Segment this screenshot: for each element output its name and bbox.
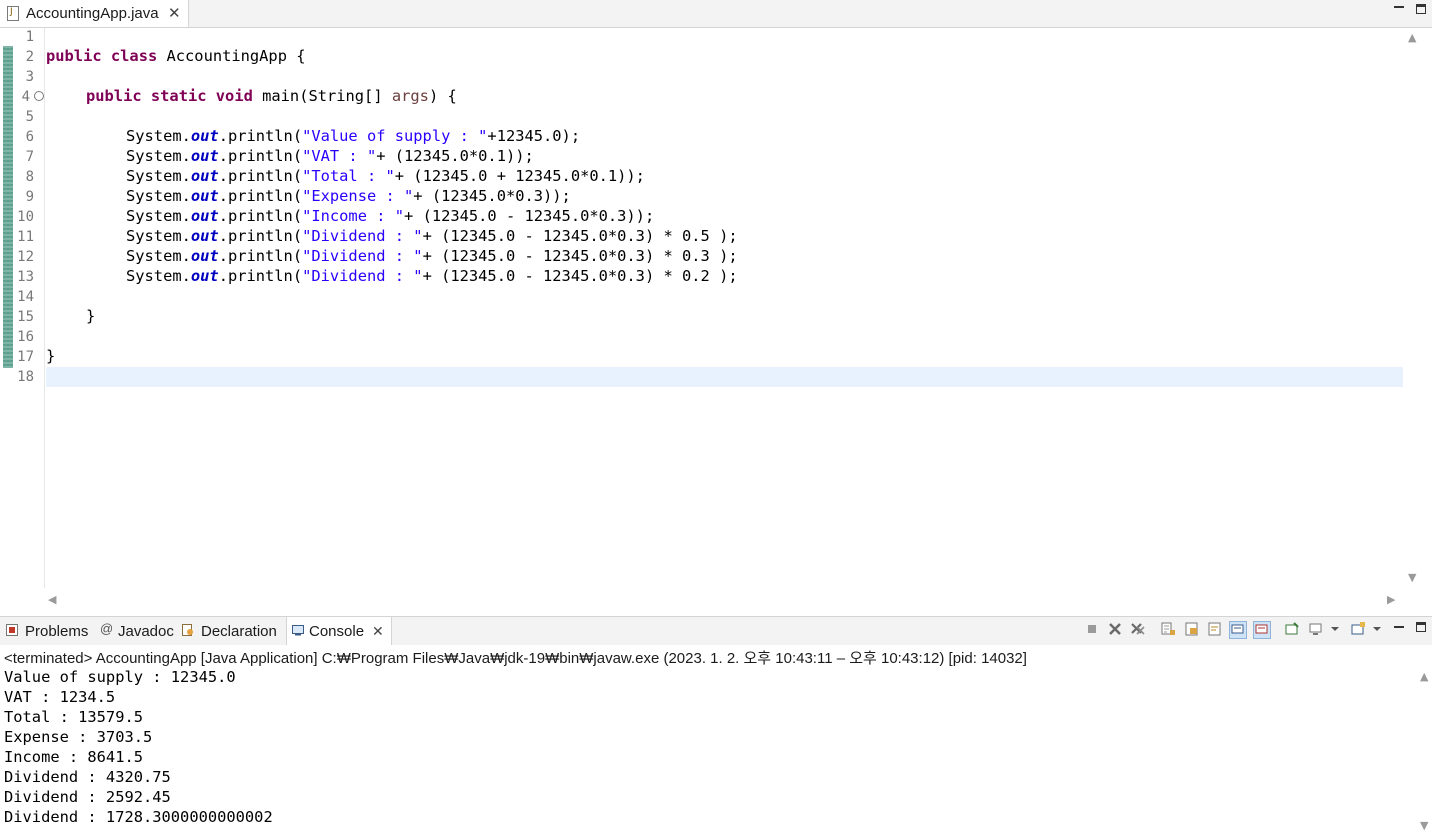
console-line: VAT : 1234.5	[4, 688, 116, 706]
code-editor[interactable]	[0, 28, 1432, 610]
tab-console[interactable]: Console ✕	[286, 617, 392, 645]
code-line-13: System.out.println("Dividend : "+ (12345…	[126, 267, 738, 285]
remove-launch-icon[interactable]	[1107, 621, 1123, 637]
line-number: 1	[25, 29, 34, 45]
chevron-down-icon[interactable]	[1330, 621, 1340, 637]
code-line-7: System.out.println("VAT : "+ (12345.0*0.…	[126, 147, 534, 165]
console-icon	[292, 625, 304, 636]
line-number: 5	[25, 109, 34, 125]
code-line-17: }	[46, 347, 56, 365]
line-number: 10	[17, 209, 34, 225]
console-line: Dividend : 4320.75	[4, 768, 171, 786]
code-line-10: System.out.println("Income : "+ (12345.0…	[126, 207, 655, 225]
scroll-down-icon[interactable]: ▼	[1420, 819, 1428, 832]
display-console-icon[interactable]	[1308, 621, 1324, 637]
editor-tab-label: AccountingApp.java	[26, 5, 159, 22]
tab-declaration[interactable]: Declaration	[182, 617, 282, 645]
code-line-8: System.out.println("Total : "+ (12345.0 …	[126, 167, 645, 185]
console-process-label: <terminated> AccountingApp [Java Applica…	[4, 650, 1027, 667]
line-number: 3	[25, 69, 34, 85]
scroll-up-icon[interactable]: ▲	[1420, 670, 1428, 683]
line-number: 15	[17, 309, 34, 325]
line-number: 8	[25, 169, 34, 185]
line-number: 16	[17, 329, 34, 345]
line-number: 18	[17, 369, 34, 385]
code-line-4: public static void main(String[] args) {	[86, 87, 457, 105]
line-number: 13	[17, 269, 34, 285]
maximize-icon[interactable]	[1416, 622, 1426, 632]
line-number: 14	[17, 289, 34, 305]
scroll-left-icon[interactable]: ◀	[48, 593, 56, 606]
console-line: Expense : 3703.5	[4, 728, 153, 746]
show-console-on-stdout-icon[interactable]	[1229, 621, 1247, 639]
tab-javadoc[interactable]: @ Javadoc	[100, 617, 180, 645]
scroll-down-icon[interactable]: ▼	[1408, 571, 1416, 584]
pin-console-icon[interactable]	[1284, 621, 1300, 637]
terminate-icon[interactable]	[1084, 621, 1100, 637]
code-line-2: public class AccountingApp {	[46, 47, 306, 65]
editor-tab-bar: AccountingApp.java ✕	[0, 0, 1432, 28]
console-vertical-scrollbar[interactable]: ▲ ▼	[1418, 667, 1432, 837]
code-line-11: System.out.println("Dividend : "+ (12345…	[126, 227, 738, 245]
line-number: 7	[25, 149, 34, 165]
console-line: Dividend : 2592.45	[4, 788, 171, 806]
minimize-icon[interactable]	[1394, 626, 1404, 628]
line-number: 4	[21, 89, 30, 105]
console-output[interactable]: Value of supply : 12345.0 VAT : 1234.5 T…	[0, 667, 1418, 837]
scroll-right-icon[interactable]: ▶	[1387, 593, 1395, 606]
word-wrap-icon[interactable]	[1207, 621, 1223, 637]
java-file-icon	[7, 6, 19, 21]
console-line: Total : 13579.5	[4, 708, 143, 726]
fold-collapse-icon[interactable]	[34, 91, 44, 101]
code-line-9: System.out.println("Expense : "+ (12345.…	[126, 187, 571, 205]
console-status-line: <terminated> AccountingApp [Java Applica…	[0, 645, 1432, 667]
line-number: 6	[25, 129, 34, 145]
remove-all-terminated-icon[interactable]	[1130, 621, 1146, 637]
close-icon[interactable]: ✕	[372, 623, 384, 640]
close-icon[interactable]: ✕	[168, 4, 181, 22]
editor-horizontal-scrollbar[interactable]: ◀ ▶	[44, 590, 1404, 610]
editor-vertical-scrollbar[interactable]: ▲ ▼	[1404, 28, 1426, 590]
open-console-icon[interactable]	[1350, 621, 1366, 637]
at-icon: @	[100, 621, 114, 636]
chevron-down-icon[interactable]	[1372, 621, 1382, 637]
line-number: 12	[17, 249, 34, 265]
line-number: 9	[25, 189, 34, 205]
show-console-on-stderr-icon[interactable]	[1253, 621, 1271, 639]
scroll-lock-icon[interactable]	[1184, 621, 1200, 637]
tab-problems[interactable]: Problems	[6, 617, 96, 645]
code-line-15: }	[86, 307, 96, 325]
console-line: Value of supply : 12345.0	[4, 668, 236, 686]
line-number: 2	[25, 49, 34, 65]
code-line-6: System.out.println("Value of supply : "+…	[126, 127, 581, 145]
editor-tab-accountingapp[interactable]: AccountingApp.java ✕	[0, 0, 189, 27]
console-line: Dividend : 1728.3000000000002	[4, 808, 273, 826]
line-number: 11	[17, 229, 34, 245]
maximize-icon[interactable]	[1416, 4, 1426, 14]
line-number: 17	[17, 349, 34, 365]
declaration-icon	[182, 624, 193, 636]
current-line-highlight	[46, 367, 1403, 387]
problems-icon	[6, 624, 18, 636]
console-line: Income : 8641.5	[4, 748, 143, 766]
minimize-icon[interactable]	[1394, 6, 1404, 8]
scroll-up-icon[interactable]: ▲	[1408, 31, 1416, 44]
code-line-12: System.out.println("Dividend : "+ (12345…	[126, 247, 738, 265]
clear-console-icon[interactable]	[1160, 621, 1176, 637]
